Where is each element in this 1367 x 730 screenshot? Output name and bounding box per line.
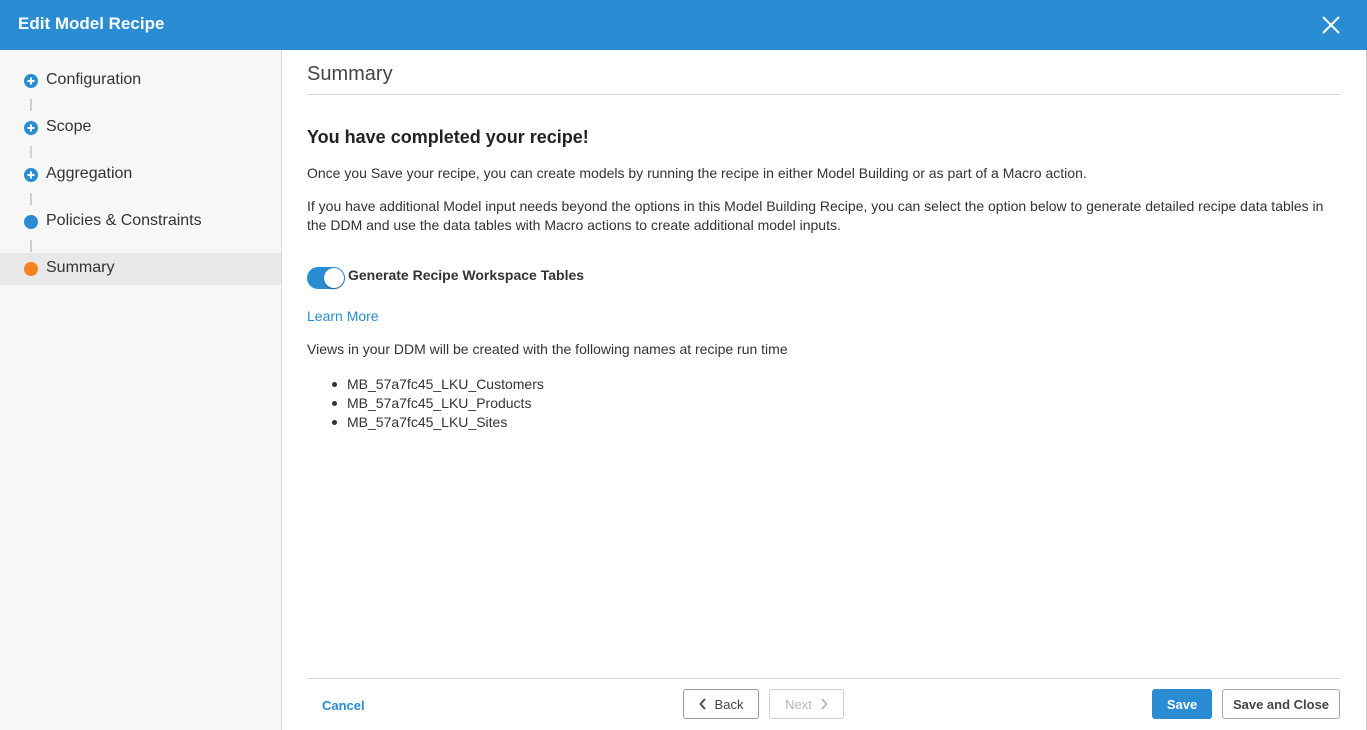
views-list: MB_57a7fc45_LKU_Customers MB_57a7fc45_LK…	[327, 375, 544, 432]
dialog-title: Edit Model Recipe	[18, 14, 165, 33]
back-label: Back	[714, 696, 744, 712]
learn-more-link[interactable]: Learn More	[307, 308, 379, 324]
step-summary[interactable]: Summary	[0, 253, 281, 285]
list-item: MB_57a7fc45_LKU_Products	[327, 394, 544, 413]
step-connector	[30, 193, 32, 205]
step-connector	[30, 99, 32, 111]
close-icon[interactable]	[1318, 12, 1344, 38]
steps-sidebar: Configuration Scope Aggregation Policies…	[0, 50, 282, 730]
step-connector	[30, 240, 32, 252]
step-aggregation[interactable]: Aggregation	[0, 159, 281, 191]
summary-panel: Summary You have completed your recipe! …	[282, 50, 1367, 730]
toggle-label: Generate Recipe Workspace Tables	[348, 267, 585, 283]
details-paragraph: If you have additional Model input needs…	[307, 198, 1324, 233]
save-and-close-button[interactable]: Save and Close	[1222, 689, 1340, 719]
step-configuration[interactable]: Configuration	[0, 65, 281, 97]
current-step-dot-icon	[24, 262, 38, 276]
views-intro-text: Views in your DDM will be created with t…	[307, 341, 788, 357]
step-connector	[30, 146, 32, 158]
divider	[307, 94, 1340, 95]
step-label: Scope	[46, 118, 92, 135]
dialog-header: Edit Model Recipe	[0, 0, 1367, 50]
step-scope[interactable]: Scope	[0, 112, 281, 144]
section-title: Summary	[307, 63, 393, 85]
back-button[interactable]: Back	[683, 689, 759, 719]
generate-tables-toggle[interactable]	[307, 267, 345, 289]
step-label: Configuration	[46, 71, 142, 88]
step-label: Policies & Constraints	[46, 212, 202, 229]
plus-circle-icon	[24, 168, 38, 182]
plus-circle-icon	[24, 121, 38, 135]
chevron-right-icon	[821, 698, 828, 710]
status-dot-icon	[24, 215, 38, 229]
list-item: MB_57a7fc45_LKU_Sites	[327, 413, 544, 432]
step-label: Summary	[46, 259, 115, 276]
chevron-left-icon	[698, 698, 706, 710]
plus-circle-icon	[24, 74, 38, 88]
intro-paragraph: Once you Save your recipe, you can creat…	[307, 165, 1087, 181]
footer-divider	[307, 678, 1340, 679]
step-policies-constraints[interactable]: Policies & Constraints	[0, 206, 281, 238]
cancel-button[interactable]: Cancel	[322, 690, 382, 720]
next-label: Next	[785, 696, 812, 712]
save-button[interactable]: Save	[1152, 689, 1212, 719]
step-label: Aggregation	[46, 165, 133, 182]
completion-heading: You have completed your recipe!	[307, 127, 589, 147]
toggle-knob	[324, 268, 344, 288]
edit-model-recipe-dialog: Edit Model Recipe Configuration Scope Ag…	[0, 0, 1367, 730]
list-item: MB_57a7fc45_LKU_Customers	[327, 375, 544, 394]
next-button[interactable]: Next	[769, 689, 844, 719]
